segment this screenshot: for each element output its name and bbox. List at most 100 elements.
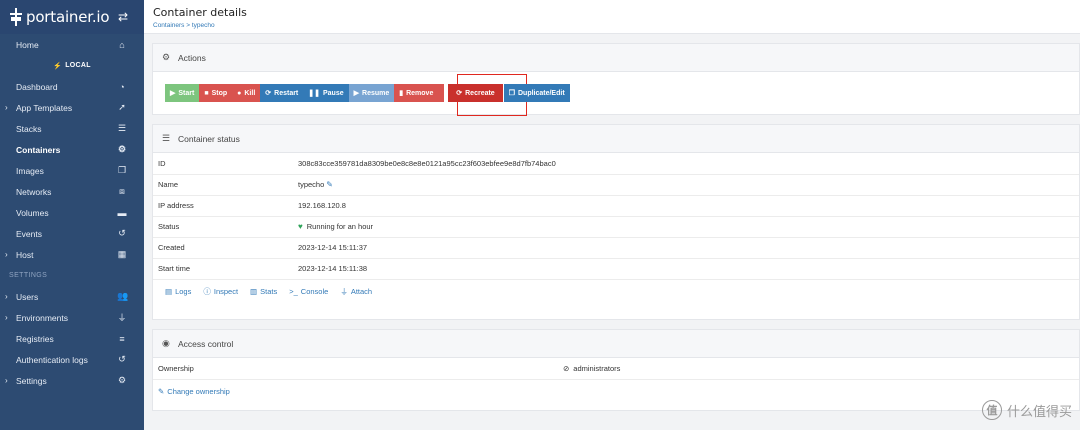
- list-icon: ☰: [162, 133, 171, 143]
- brand-name: portainer.io: [26, 8, 110, 26]
- ownership-value: administrators: [573, 363, 621, 373]
- chevron-right-icon: ›: [5, 103, 8, 112]
- sidebar-item-authentication-logs[interactable]: Authentication logs ↺: [0, 349, 144, 370]
- portainer-logo-icon: [10, 8, 22, 26]
- environment-label: ⚡ LOCAL: [53, 62, 91, 70]
- stop-button[interactable]: ■ Stop: [199, 84, 233, 102]
- settings-section-label: SETTINGS: [9, 272, 48, 279]
- sidebar-item-app-templates[interactable]: › App Templates ➚: [0, 97, 144, 118]
- id-key: ID: [153, 153, 298, 175]
- container-links: ▤ Logs ⓘ Inspect ▥ Stats >_ Console ⏚ Attach: [153, 280, 1079, 304]
- edit-icon[interactable]: ✎: [326, 180, 333, 189]
- sidebar-item-label: Images: [16, 165, 44, 176]
- container-status-panel: ☰ Container status ID 308c83cce359781da8…: [152, 124, 1080, 320]
- created-value: 2023-12-14 15:11:37: [298, 237, 1079, 259]
- ip-value: 192.168.120.8: [298, 195, 1079, 217]
- sidebar-item-registries[interactable]: Registries ≡: [0, 328, 144, 349]
- sidebar-item-networks[interactable]: Networks ⧈: [0, 181, 144, 202]
- rocket-icon: ➚: [118, 102, 126, 112]
- chevron-right-icon: ›: [5, 376, 8, 385]
- sidebar-item-home[interactable]: Home ⌂: [0, 34, 144, 55]
- sidebar-item-label: App Templates: [16, 102, 73, 113]
- kill-button[interactable]: ● Kill: [232, 84, 261, 102]
- page-header: Container details Containers > typecho: [144, 0, 1080, 34]
- console-link[interactable]: >_ Console: [289, 287, 328, 296]
- grid-icon: ▦: [117, 249, 127, 259]
- watermark-logo: 值: [981, 400, 1002, 420]
- ownership-cell: ⊘ administrators: [563, 358, 1079, 380]
- dashboard-icon: ◔: [119, 81, 125, 92]
- start-button[interactable]: ▶ Start: [165, 84, 200, 102]
- sidebar-item-host[interactable]: › Host ▦: [0, 244, 144, 265]
- sidebar-item-label: Users: [16, 291, 39, 302]
- table-row: Status ♥ Running for an hour: [153, 216, 1079, 238]
- watermark-text: 什么值得买: [1006, 403, 1072, 419]
- inspect-link[interactable]: ⓘ Inspect: [203, 286, 238, 297]
- watermark: 值 什么值得买: [981, 400, 1072, 420]
- breadcrumb[interactable]: Containers > typecho: [153, 22, 1080, 29]
- access-control-header: ◉ Access control: [153, 330, 1079, 358]
- logs-link[interactable]: ▤ Logs: [165, 287, 191, 296]
- sitemap-icon: ⧈: [119, 186, 125, 196]
- attach-link[interactable]: ⏚ Attach: [340, 286, 372, 297]
- duplicate-edit-button[interactable]: ❐ Duplicate/Edit: [503, 84, 570, 102]
- brand-bar: portainer.io ⇄: [0, 0, 144, 34]
- sidebar-item-label: Dashboard: [16, 81, 58, 92]
- sidebar-item-events[interactable]: Events ↺: [0, 223, 144, 244]
- sidebar-item-environments[interactable]: › Environments ⏚: [0, 307, 144, 328]
- plug-icon: ⚡: [53, 62, 63, 70]
- name-value: typecho: [298, 180, 325, 189]
- ownership-key: Ownership: [153, 358, 563, 380]
- history-icon: ↺: [118, 354, 126, 364]
- bomb-icon: ●: [237, 89, 242, 97]
- sidebar-item-label: Home: [16, 39, 39, 50]
- status-cell: ♥ Running for an hour: [298, 216, 1079, 238]
- sidebar-item-images[interactable]: Images ❐: [0, 160, 144, 181]
- file-icon: ▤: [165, 287, 173, 296]
- action-buttons: ▶ Start ■ Stop ● Kill ⟳ Restart ❚❚ Pause ▶ Res…: [165, 84, 570, 102]
- sidebar-item-label: Authentication logs: [16, 354, 88, 365]
- restart-button[interactable]: ⟳ Restart: [260, 84, 304, 102]
- recreate-button[interactable]: ⟳ Recreate: [448, 84, 503, 102]
- trash-icon: ▮: [399, 90, 404, 97]
- stop-icon: ■: [204, 89, 209, 97]
- sidebar-item-dashboard[interactable]: Dashboard ◔: [0, 76, 144, 97]
- sidebar-item-label: Host: [16, 249, 34, 260]
- plug-icon: ⏚: [340, 287, 348, 296]
- stats-link[interactable]: ▥ Stats: [250, 287, 277, 296]
- cogs-icon: ⚙: [162, 52, 171, 62]
- sync-icon: ⟳: [456, 90, 463, 97]
- table-row: Ownership ⊘ administrators: [153, 358, 1079, 380]
- sidebar-item-label: Volumes: [16, 207, 49, 218]
- refresh-icon: ⟳: [265, 90, 272, 97]
- play-icon: ▶: [170, 90, 176, 97]
- database-icon: ≡: [119, 333, 125, 344]
- start-time-key: Start time: [153, 258, 298, 280]
- info-icon: ⓘ: [203, 287, 211, 296]
- table-row: IP address 192.168.120.8: [153, 195, 1079, 217]
- sidebar-item-settings[interactable]: › Settings ⚙: [0, 370, 144, 391]
- terminal-icon: >_: [289, 287, 298, 296]
- resume-button[interactable]: ▶ Resume: [348, 84, 395, 102]
- swap-environment-icon[interactable]: ⇄: [118, 10, 128, 24]
- sidebar-item-containers[interactable]: Containers ⚙: [0, 139, 144, 160]
- sidebar-item-users[interactable]: › Users 👥: [0, 286, 144, 307]
- home-icon: ⌂: [119, 39, 125, 50]
- clone-icon: ❐: [117, 165, 127, 175]
- sidebar-item-stacks[interactable]: Stacks ☰: [0, 118, 144, 139]
- container-status-title: Container status: [178, 133, 240, 144]
- chart-icon: ▥: [250, 287, 258, 296]
- cogs-icon: ⚙: [117, 375, 127, 385]
- change-ownership-link[interactable]: ✎ Change ownership: [158, 387, 230, 396]
- pause-button[interactable]: ❚❚ Pause: [303, 84, 349, 102]
- sidebar-item-volumes[interactable]: Volumes ▬: [0, 202, 144, 223]
- page-title: Container details: [153, 6, 247, 19]
- chevron-right-icon: ›: [5, 250, 8, 259]
- chevron-right-icon: ›: [5, 292, 8, 301]
- name-key: Name: [153, 174, 298, 196]
- status-value: Running for an hour: [306, 222, 374, 231]
- edit-icon: ✎: [158, 387, 165, 396]
- stack-list-icon: ☰: [117, 123, 127, 133]
- ip-key: IP address: [153, 195, 298, 217]
- remove-button[interactable]: ▮ Remove: [394, 84, 445, 102]
